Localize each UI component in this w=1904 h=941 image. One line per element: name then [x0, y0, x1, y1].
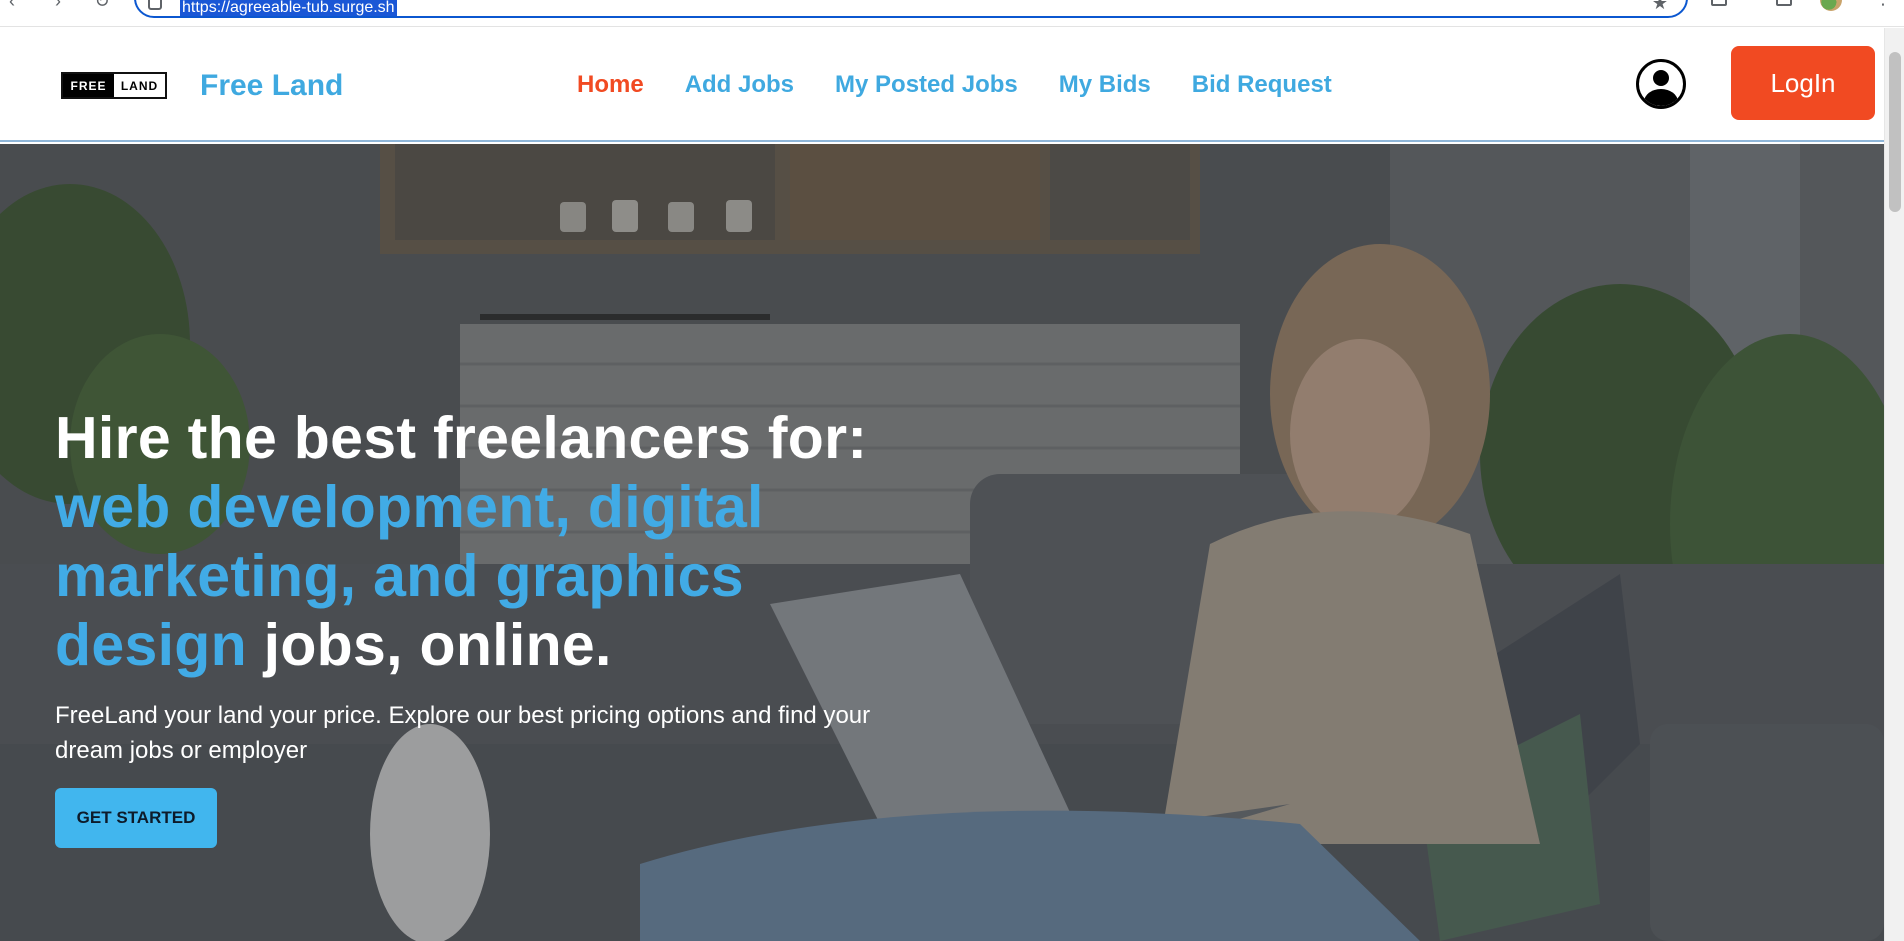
nav-bid-request[interactable]: Bid Request [1192, 68, 1332, 102]
browser-toolbar: ‹ › ↻ https://agreeable-tub.surge.sh ★ ⋮ [0, 0, 1904, 27]
logo-free-text: FREE [63, 74, 114, 97]
page: FREE LAND Free Land Home Add Jobs My Pos… [0, 28, 1884, 941]
menu-icon[interactable]: ⋮ [1874, 0, 1892, 9]
get-started-button[interactable]: GET STARTED [55, 788, 217, 848]
extensions-icon[interactable] [1711, 0, 1727, 6]
user-avatar-icon[interactable] [1636, 59, 1686, 109]
forward-icon[interactable]: › [48, 0, 68, 11]
site-info-icon[interactable] [148, 0, 162, 10]
url-text[interactable]: https://agreeable-tub.surge.sh [180, 0, 397, 16]
reload-icon[interactable]: ↻ [92, 0, 112, 11]
avatar-body [1644, 89, 1678, 106]
hero-banner: Hire the best freelancers for: web devel… [0, 144, 1884, 941]
back-icon[interactable]: ‹ [2, 0, 22, 11]
site-header: FREE LAND Free Land Home Add Jobs My Pos… [0, 28, 1884, 142]
logo-land-text: LAND [114, 74, 165, 97]
nav-add-jobs[interactable]: Add Jobs [685, 68, 794, 102]
brand-name[interactable]: Free Land [200, 66, 343, 106]
hero-content: Hire the best freelancers for: web devel… [55, 404, 935, 848]
profile-icon[interactable] [1820, 0, 1842, 11]
logo[interactable]: FREE LAND [61, 72, 167, 99]
main-nav: Home Add Jobs My Posted Jobs My Bids Bid… [577, 68, 1332, 102]
scrollbar-thumb[interactable] [1889, 52, 1901, 212]
nav-my-posted-jobs[interactable]: My Posted Jobs [835, 68, 1018, 102]
nav-home[interactable]: Home [577, 68, 644, 102]
login-button[interactable]: LogIn [1731, 46, 1875, 120]
address-bar[interactable]: https://agreeable-tub.surge.sh ★ [134, 0, 1688, 18]
star-icon[interactable]: ★ [1652, 0, 1668, 12]
page-scrollbar[interactable] [1884, 28, 1904, 941]
hero-title: Hire the best freelancers for: web devel… [55, 404, 935, 680]
hero-subtitle: FreeLand your land your price. Explore o… [55, 702, 871, 764]
avatar-head [1653, 70, 1669, 86]
nav-my-bids[interactable]: My Bids [1059, 68, 1151, 102]
hero-title-line1: Hire the best freelancers for: [55, 405, 868, 471]
hero-title-end: jobs, online. [263, 612, 612, 678]
sidebar-icon[interactable] [1776, 0, 1792, 6]
